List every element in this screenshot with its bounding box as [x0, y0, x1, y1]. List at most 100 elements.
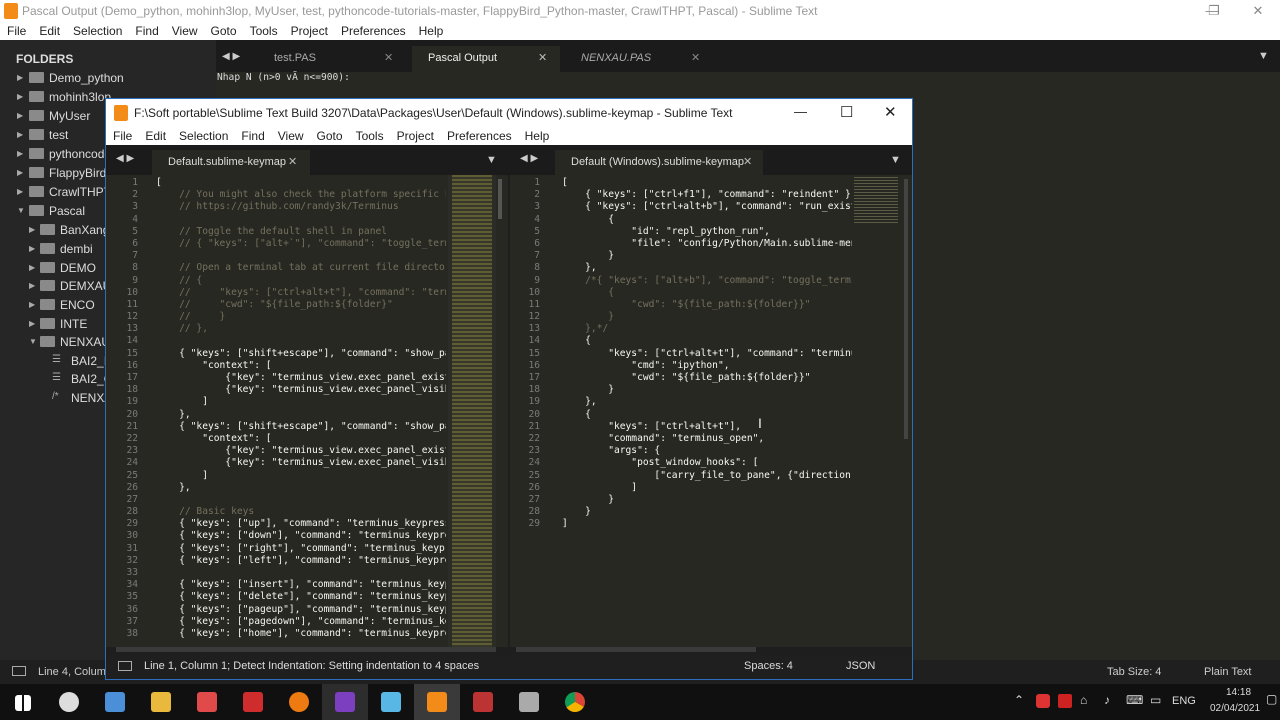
tray-network-icon[interactable]: ⌂ [1080, 693, 1087, 707]
taskbar-chrome-icon[interactable] [552, 684, 598, 720]
bg-close-button[interactable]: ✕ [1236, 0, 1280, 22]
taskbar-file-explorer-icon[interactable] [92, 684, 138, 720]
taskbar-search-icon[interactable] [276, 684, 322, 720]
menu-goto[interactable]: Goto [310, 127, 349, 143]
line-number: 14 [528, 335, 540, 347]
tab-close-icon[interactable]: ✕ [288, 150, 297, 174]
taskbar-flash-icon[interactable] [230, 684, 276, 720]
sidebar-folder[interactable]: ▶ Demo_python [0, 69, 216, 88]
right-editor-pane[interactable]: 1 2 3 4 5 6 7 8 9 10 11 12 13 14 15 16 17 18 19 20 21 22 23 24 2… [510, 175, 912, 647]
menu-selection[interactable]: Selection [172, 127, 234, 143]
status-tab-size[interactable]: Tab Size: 4 [1107, 666, 1161, 678]
line-number: 21 [528, 420, 540, 432]
menu-view[interactable]: View [271, 127, 310, 143]
tab-dropdown-icon[interactable]: ▼ [486, 154, 497, 166]
tab-close-icon[interactable]: ✕ [743, 150, 752, 174]
tray-antivirus-icon[interactable] [1036, 694, 1050, 708]
bg-menu-goto[interactable]: Goto [204, 22, 243, 38]
code-line: // { "keys": ["alt+`"], "command": "togg… [156, 237, 446, 249]
taskbar-visual-studio-icon[interactable] [322, 684, 368, 720]
right-code[interactable]: [ { "keys": ["ctrl+f1"], "command": "rei… [562, 175, 852, 647]
bg-menu-selection[interactable]: Selection [66, 22, 128, 38]
horizontal-scrollbar[interactable] [116, 647, 496, 652]
line-number: 27 [528, 493, 540, 505]
tray-time[interactable]: 14:18 [1226, 687, 1251, 698]
tray-message-icon[interactable]: ▭ [1150, 693, 1161, 707]
tray-date[interactable]: 02/04/2021 [1210, 703, 1260, 714]
bg-menu-view[interactable]: View [165, 22, 204, 38]
tab-default-windows-keymap[interactable]: Default (Windows).sublime-keymap ✕ [555, 150, 763, 176]
tray-volume-icon[interactable]: ♪ [1104, 693, 1110, 707]
tray-vietkey-icon[interactable] [1058, 694, 1072, 708]
tab-dropdown-icon[interactable]: ▼ [890, 154, 901, 166]
text-cursor-icon: I [758, 415, 762, 431]
keymap-minimize-button[interactable]: — [794, 104, 807, 119]
notification-icon[interactable]: ▢ [1266, 692, 1277, 706]
tray-keyboard-icon[interactable]: ⌨ [1126, 693, 1143, 707]
taskbar-paint-icon[interactable] [184, 684, 230, 720]
tab-dropdown-icon[interactable]: ▼ [1258, 50, 1269, 62]
bg-menu-preferences[interactable]: Preferences [334, 22, 412, 38]
taskbar-settings-icon[interactable] [46, 684, 92, 720]
tray-chevron-up-icon[interactable]: ⌃ [1014, 693, 1024, 707]
horizontal-scrollbar[interactable] [516, 647, 756, 652]
scrollbar[interactable] [904, 179, 908, 439]
minimap[interactable] [448, 175, 496, 647]
taskbar-notepad-icon[interactable] [368, 684, 414, 720]
tab-pascal-output[interactable]: Pascal Output ✕ [412, 46, 560, 72]
tab-close-icon[interactable]: ✕ [384, 48, 393, 68]
menu-project[interactable]: Project [390, 127, 440, 143]
tab-test-pas[interactable]: test.PAS ✕ [252, 48, 412, 70]
panel-toggle-icon[interactable] [12, 666, 26, 676]
line-number: 31 [126, 542, 138, 554]
line-number: 12 [126, 311, 138, 323]
tab-default-keymap[interactable]: Default.sublime-keymap ✕ [152, 150, 310, 176]
bg-menu-file[interactable]: File [0, 22, 32, 38]
bg-menu-project[interactable]: Project [284, 22, 334, 38]
code-line: "cwd": "${file_path:${folder}}" [562, 298, 811, 310]
taskbar-sublime-text-icon[interactable] [414, 684, 460, 720]
status-syntax[interactable]: Plain Text [1204, 666, 1252, 678]
keymap-maximize-button[interactable]: ☐ [840, 103, 853, 121]
bg-menu-help[interactable]: Help [412, 22, 450, 38]
start-button[interactable] [0, 684, 46, 720]
folder-icon [29, 91, 44, 102]
bg-menu-edit[interactable]: Edit [32, 22, 66, 38]
minimap[interactable] [852, 175, 900, 647]
code-line: { [562, 286, 614, 298]
panel-toggle-icon[interactable] [118, 661, 132, 671]
bg-menu-find[interactable]: Find [128, 22, 164, 38]
line-number: 11 [126, 298, 138, 310]
menu-help[interactable]: Help [518, 127, 556, 143]
tab-close-icon[interactable]: ✕ [691, 48, 700, 68]
line-number: 23 [528, 445, 540, 457]
keymap-close-button[interactable]: ✕ [884, 103, 897, 121]
status-syntax[interactable]: JSON [846, 660, 875, 672]
taskbar-camera-icon[interactable] [506, 684, 552, 720]
line-number: 10 [126, 286, 138, 298]
left-code[interactable]: [ // You might also check the platform s… [156, 175, 446, 647]
line-number: 2 [534, 189, 540, 201]
line-number: 23 [126, 445, 138, 457]
line-number: 12 [528, 311, 540, 323]
tab-nav-arrows-icon[interactable]: ◀ ▶ [222, 51, 240, 62]
tab-nav-arrows-icon[interactable]: ◀ ▶ [116, 153, 134, 164]
code-line: // https://github.com/randy3k/Terminus [156, 201, 399, 213]
taskbar-app-icon[interactable] [460, 684, 506, 720]
menu-tools[interactable]: Tools [349, 127, 390, 143]
tab-nav-arrows-icon[interactable]: ◀ ▶ [520, 153, 538, 164]
menu-edit[interactable]: Edit [138, 127, 172, 143]
tab-close-icon[interactable]: ✕ [538, 46, 547, 70]
tab-nenxau-pas[interactable]: NENXAU.PAS ✕ [560, 48, 720, 70]
scrollbar[interactable] [498, 179, 502, 219]
status-spaces[interactable]: Spaces: 4 [744, 660, 793, 672]
bg-menu-tools[interactable]: Tools [243, 22, 284, 38]
tray-language[interactable]: ENG [1172, 695, 1196, 707]
menu-preferences[interactable]: Preferences [440, 127, 518, 143]
taskbar-folder-icon[interactable] [138, 684, 184, 720]
menu-find[interactable]: Find [234, 127, 270, 143]
left-editor-pane[interactable]: 1 2 3 4 5 6 7 8 9 10 11 12 13 14 15 16 17 18 19 20 21 22 23 24 2… [106, 175, 508, 647]
menu-file[interactable]: File [106, 127, 138, 143]
bg-maximize-button[interactable]: ❐ [1192, 0, 1236, 22]
